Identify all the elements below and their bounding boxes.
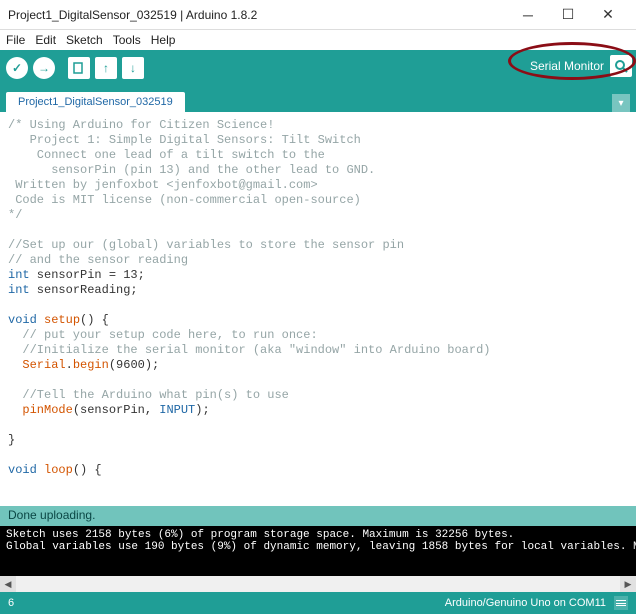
code-text: (sensorPin,: [73, 403, 159, 417]
code-kw: INPUT: [159, 403, 195, 417]
code-kw: void: [8, 313, 37, 327]
code-line: Project 1: Simple Digital Sensors: Tilt …: [8, 133, 361, 147]
menu-sketch[interactable]: Sketch: [66, 33, 103, 47]
code-line: Written by jenfoxbot <jenfoxbot@gmail.co…: [8, 178, 318, 192]
close-button[interactable]: ✕: [588, 1, 628, 29]
code-fn: loop: [44, 463, 73, 477]
code-line: // and the sensor reading: [8, 253, 188, 267]
board-info: Arduino/Genuino Uno on COM11: [445, 597, 606, 609]
horizontal-scrollbar[interactable]: ◀ ▶: [0, 576, 636, 592]
code-line: Code is MIT license (non-commercial open…: [8, 193, 361, 207]
toolbar: ✓ → ↑ ↓ Serial Monitor: [0, 50, 636, 86]
status-bar: Done uploading.: [0, 506, 636, 526]
code-fn: setup: [44, 313, 80, 327]
code-text: sensorReading;: [30, 283, 138, 297]
code-fn: begin: [73, 358, 109, 372]
code-obj: Serial: [22, 358, 65, 372]
code-text: }: [8, 433, 15, 447]
code-line: //Tell the Arduino what pin(s) to use: [8, 388, 289, 402]
code-line: // put your setup code here, to run once…: [8, 328, 318, 342]
console-output: Sketch uses 2158 bytes (6%) of program s…: [0, 526, 636, 576]
tab-menu-button[interactable]: ▾: [612, 94, 630, 112]
code-text: sensorPin = 13;: [30, 268, 145, 282]
code-text: (9600);: [109, 358, 159, 372]
minimize-button[interactable]: ─: [508, 1, 548, 29]
upload-button[interactable]: →: [33, 57, 55, 79]
code-text: () {: [73, 463, 102, 477]
code-fn: pinMode: [22, 403, 72, 417]
scroll-right-button[interactable]: ▶: [620, 576, 636, 592]
save-button[interactable]: ↓: [122, 57, 144, 79]
code-line: //Set up our (global) variables to store…: [8, 238, 404, 252]
code-kw: int: [8, 283, 30, 297]
window-title: Project1_DigitalSensor_032519 | Arduino …: [8, 8, 508, 22]
open-button[interactable]: ↑: [95, 57, 117, 79]
status-text: Done uploading.: [8, 508, 95, 522]
line-number: 6: [8, 597, 14, 609]
code-line: sensorPin (pin 13) and the other lead to…: [8, 163, 375, 177]
menu-bar: File Edit Sketch Tools Help: [0, 30, 636, 50]
code-line: //Initialize the serial monitor (aka "wi…: [8, 343, 490, 357]
footer-bar: 6 Arduino/Genuino Uno on COM11: [0, 592, 636, 614]
code-text: .: [66, 358, 73, 372]
code-editor[interactable]: /* Using Arduino for Citizen Science! Pr…: [0, 112, 636, 506]
new-button[interactable]: [68, 57, 90, 79]
code-kw: void: [8, 463, 37, 477]
menu-tools[interactable]: Tools: [113, 33, 141, 47]
footer-menu-icon[interactable]: [614, 596, 628, 610]
maximize-button[interactable]: ☐: [548, 1, 588, 29]
code-line: /* Using Arduino for Citizen Science!: [8, 118, 274, 132]
console-line: Sketch uses 2158 bytes (6%) of program s…: [6, 529, 514, 541]
scroll-left-button[interactable]: ◀: [0, 576, 16, 592]
code-line: Connect one lead of a tilt switch to the: [8, 148, 325, 162]
tab-bar: Project1_DigitalSensor_032519 ▾: [0, 86, 636, 112]
menu-edit[interactable]: Edit: [35, 33, 56, 47]
tab-sketch[interactable]: Project1_DigitalSensor_032519: [6, 92, 185, 112]
serial-monitor-label: Serial Monitor: [530, 59, 604, 73]
serial-monitor-button[interactable]: [610, 55, 632, 77]
verify-button[interactable]: ✓: [6, 57, 28, 79]
code-kw: int: [8, 268, 30, 282]
code-text: );: [195, 403, 209, 417]
menu-file[interactable]: File: [6, 33, 25, 47]
code-line: */: [8, 208, 22, 222]
code-text: () {: [80, 313, 109, 327]
console-line: Global variables use 190 bytes (9%) of d…: [6, 541, 636, 553]
menu-help[interactable]: Help: [151, 33, 176, 47]
title-bar: Project1_DigitalSensor_032519 | Arduino …: [0, 0, 636, 30]
